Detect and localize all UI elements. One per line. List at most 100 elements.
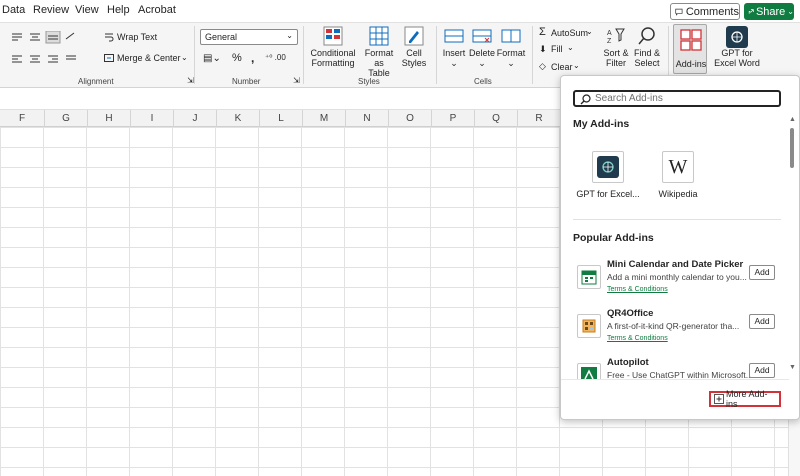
terms-link[interactable]: Terms & Conditions	[607, 335, 668, 342]
sort-filter-label-2: Filter	[606, 58, 626, 68]
column-header-j[interactable]: J	[174, 110, 217, 127]
menu-view[interactable]: View	[75, 4, 99, 16]
sort-filter-icon: AZ	[607, 28, 625, 45]
increase-decimal-icon[interactable]: ⁺⁰ .00	[265, 53, 286, 62]
column-header-n[interactable]: N	[346, 110, 389, 127]
share-icon	[748, 8, 754, 14]
add-button[interactable]: Add	[749, 265, 775, 280]
more-add-ins-label: More Add-ins	[726, 389, 768, 409]
menu-data[interactable]: Data	[2, 4, 25, 16]
popup-scrollbar[interactable]: ▲ ▼	[789, 116, 796, 416]
divider	[303, 26, 304, 84]
calendar-icon	[577, 265, 601, 289]
search-icon	[580, 94, 591, 105]
comma-style-icon[interactable]: ,	[251, 51, 254, 65]
dialog-launcher-icon[interactable]: ⇲	[187, 76, 194, 85]
column-header-r[interactable]: R	[518, 110, 561, 127]
column-header-o[interactable]: O	[389, 110, 432, 127]
scroll-up-icon[interactable]: ▲	[789, 116, 796, 123]
autosum-icon: Σ	[539, 26, 546, 38]
add-ins-icon	[680, 29, 702, 51]
insert-icon	[444, 29, 464, 43]
my-addin-gpt-label: GPT for Excel...	[576, 189, 640, 199]
column-header-p[interactable]: P	[432, 110, 475, 127]
addin-description: Add a mini monthly calendar to you...	[607, 272, 747, 282]
share-button[interactable]: Share ⌄	[744, 3, 794, 20]
format-as-table-button[interactable]: Format as Table	[359, 26, 399, 78]
merge-center-button[interactable]: Merge & Center	[117, 53, 181, 63]
comments-button[interactable]: Comments	[670, 3, 740, 20]
gpt-excel-word-button[interactable]: GPT for Excel Word	[712, 26, 762, 68]
divider	[532, 26, 533, 84]
delete-label: Delete	[468, 48, 495, 58]
terms-link[interactable]: Terms & Conditions	[607, 286, 668, 293]
chevron-down-icon[interactable]: ⌄	[567, 43, 574, 52]
popular-addin-autopilot[interactable]: Autopilot Free - Use ChatGPT within Micr…	[577, 357, 777, 379]
add-ins-popup: Search Add-ins My Add-ins GPT for Excel.…	[560, 75, 800, 420]
my-addin-wikipedia[interactable]: W Wikipedia	[643, 151, 713, 199]
delete-button[interactable]: Delete ⌄	[468, 26, 496, 68]
search-placeholder: Search Add-ins	[595, 93, 663, 104]
autosum-button[interactable]: AutoSum	[551, 28, 588, 38]
cell-styles-icon	[404, 26, 424, 46]
conditional-formatting-icon	[323, 26, 343, 46]
alignment-icons[interactable]	[10, 31, 80, 67]
my-add-ins-title: My Add-ins	[573, 118, 630, 130]
divider	[194, 26, 195, 84]
column-header-m[interactable]: M	[303, 110, 346, 127]
gpt-label-2: Excel Word	[714, 58, 760, 68]
wrap-text-button[interactable]: Wrap Text	[117, 32, 157, 42]
clear-button[interactable]: Clear	[551, 62, 573, 72]
chevron-down-icon: ⌄	[450, 58, 458, 68]
column-header-q[interactable]: Q	[475, 110, 518, 127]
scroll-down-icon[interactable]: ▼	[789, 364, 796, 371]
addin-name: QR4Office	[607, 308, 654, 319]
add-button[interactable]: Add	[749, 314, 775, 329]
wikipedia-icon: W	[662, 151, 694, 183]
more-add-ins-button[interactable]: More Add-ins	[709, 389, 781, 409]
eraser-icon: ◇	[539, 61, 546, 71]
popular-addin-qr4office[interactable]: QR4Office A first-of-it-kind QR-generato…	[577, 308, 777, 348]
chevron-down-icon[interactable]: ⌄	[181, 53, 188, 62]
menu-help[interactable]: Help	[107, 4, 130, 16]
scroll-thumb[interactable]	[790, 128, 794, 168]
column-header-k[interactable]: K	[217, 110, 260, 127]
conditional-formatting-button[interactable]: Conditional Formatting	[307, 26, 359, 68]
dialog-launcher-icon[interactable]: ⇲	[293, 76, 300, 85]
cell-styles-button[interactable]: Cell Styles	[399, 26, 429, 68]
percent-icon[interactable]: %	[232, 52, 242, 64]
my-addin-wikipedia-label: Wikipedia	[658, 189, 698, 199]
fill-button[interactable]: Fill	[551, 44, 563, 54]
column-header-h[interactable]: H	[88, 110, 131, 127]
sort-filter-label-1: Sort &	[603, 48, 629, 58]
add-ins-label: Add-ins	[675, 59, 707, 69]
column-header-g[interactable]: G	[45, 110, 88, 127]
my-addin-gpt[interactable]: GPT for Excel...	[573, 151, 643, 199]
divider	[561, 379, 789, 380]
insert-label: Insert	[442, 48, 466, 58]
find-select-button[interactable]: Find & Select	[632, 26, 662, 68]
column-header-f[interactable]: F	[0, 110, 45, 127]
menu-review[interactable]: Review	[33, 4, 69, 16]
accounting-format-icon[interactable]: ▤⌄	[203, 53, 221, 64]
insert-button[interactable]: Insert ⌄	[440, 26, 468, 68]
menu-acrobat[interactable]: Acrobat	[138, 4, 176, 16]
gpt-icon	[592, 151, 624, 183]
sort-filter-button[interactable]: AZ Sort & Filter	[602, 26, 630, 68]
search-add-ins-input[interactable]: Search Add-ins	[573, 90, 781, 107]
cell-styles-label-1: Cell	[406, 48, 422, 58]
chevron-down-icon[interactable]: ⌄	[586, 27, 593, 36]
format-as-table-icon	[369, 26, 389, 46]
format-button[interactable]: Format ⌄	[496, 26, 526, 68]
column-header-i[interactable]: I	[131, 110, 174, 127]
column-header-l[interactable]: L	[260, 110, 303, 127]
addin-description: A first-of-it-kind QR-generator tha...	[607, 321, 740, 331]
format-icon	[501, 29, 521, 43]
number-format-value: General	[205, 32, 238, 42]
chevron-down-icon[interactable]: ⌄	[573, 61, 580, 70]
add-button[interactable]: Add	[749, 363, 775, 378]
alignment-group-label: Alignment	[78, 77, 114, 86]
add-ins-button[interactable]: Add-ins	[673, 24, 707, 74]
number-format-select[interactable]: General ⌄	[200, 29, 298, 45]
popular-addin-mini-calendar[interactable]: Mini Calendar and Date Picker Add a mini…	[577, 259, 777, 299]
